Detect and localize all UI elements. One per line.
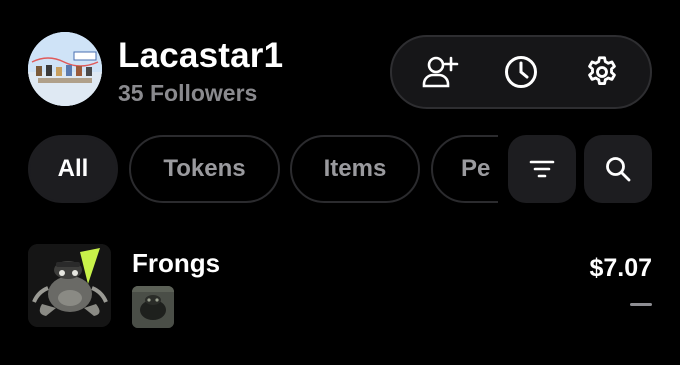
profile-screen: Lacastar1 35 Followers All Tokens Items … xyxy=(0,0,680,365)
add-user-icon xyxy=(423,56,459,88)
username: Lacastar1 xyxy=(118,36,284,75)
filter-button[interactable] xyxy=(508,135,576,203)
followers-count[interactable]: 35 Followers xyxy=(118,80,257,107)
list-item[interactable]: Frongs $7.07 xyxy=(28,244,652,328)
frog-nft-image xyxy=(132,286,174,328)
settings-button[interactable] xyxy=(574,44,630,100)
item-price: $7.07 xyxy=(589,254,652,282)
search-button[interactable] xyxy=(584,135,652,203)
filter-chips: All Tokens Items Pe xyxy=(28,135,498,203)
filter-icon xyxy=(529,160,555,178)
frog-image xyxy=(28,244,111,327)
activity-button[interactable] xyxy=(493,44,549,100)
item-thumbnail xyxy=(28,244,111,327)
add-friend-button[interactable] xyxy=(412,44,468,100)
item-name: Frongs xyxy=(132,248,221,278)
profile-actions xyxy=(390,35,652,109)
avatar[interactable] xyxy=(28,32,102,106)
item-sub-thumbnail[interactable] xyxy=(132,286,174,328)
clock-icon xyxy=(504,56,537,88)
chip-items[interactable]: Items xyxy=(290,135,420,203)
price-change-placeholder xyxy=(630,303,652,306)
chip-tokens[interactable]: Tokens xyxy=(129,135,280,203)
profile-banner-image xyxy=(28,32,102,106)
search-icon xyxy=(606,157,631,182)
chip-all[interactable]: All xyxy=(28,135,118,203)
chip-perks[interactable]: Pe xyxy=(431,135,498,203)
gear-icon xyxy=(587,56,616,85)
